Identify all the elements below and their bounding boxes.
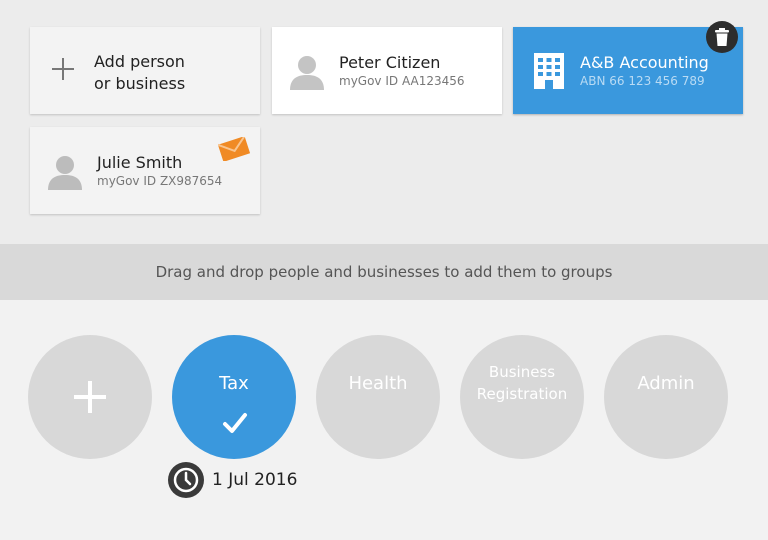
group-label: Admin [637, 373, 695, 394]
checkmark-icon [223, 413, 247, 433]
person-name: Julie Smith [97, 153, 183, 172]
add-person-or-business-card[interactable]: Add person or business [30, 27, 260, 114]
tax-group-date: 1 Jul 2016 [168, 461, 297, 499]
group-label: Health [348, 373, 408, 394]
group-tax[interactable]: Tax [172, 335, 296, 459]
add-group-button[interactable] [28, 335, 152, 459]
drag-drop-instructions: Drag and drop people and businesses to a… [0, 244, 768, 300]
trash-icon [715, 28, 729, 46]
person-card-peter-citizen[interactable]: Peter Citizen myGov ID AA123456 [272, 27, 502, 114]
person-icon [48, 156, 82, 190]
add-person-label-line2: or business [94, 74, 186, 93]
envelope-icon[interactable] [218, 137, 250, 161]
delete-button[interactable] [706, 21, 738, 53]
plus-icon [74, 381, 106, 413]
person-icon [290, 56, 324, 90]
person-id: myGov ID AA123456 [339, 74, 465, 88]
add-person-label-line1: Add person [94, 52, 185, 71]
plus-icon [52, 58, 74, 80]
business-name: A&B Accounting [580, 53, 709, 72]
person-name: Peter Citizen [339, 53, 441, 72]
group-label: Tax [219, 373, 249, 394]
group-admin[interactable]: Admin [604, 335, 728, 459]
person-id: myGov ID ZX987654 [97, 174, 223, 188]
group-label: Business Registration [476, 363, 568, 403]
group-health[interactable]: Health [316, 335, 440, 459]
building-icon [534, 53, 564, 89]
add-person-label: Add person or business [94, 51, 244, 95]
group-business-registration[interactable]: Business Registration [460, 335, 584, 459]
business-abn: ABN 66 123 456 789 [580, 74, 705, 88]
clock-icon [168, 462, 204, 498]
group-date: 1 Jul 2016 [212, 470, 298, 490]
